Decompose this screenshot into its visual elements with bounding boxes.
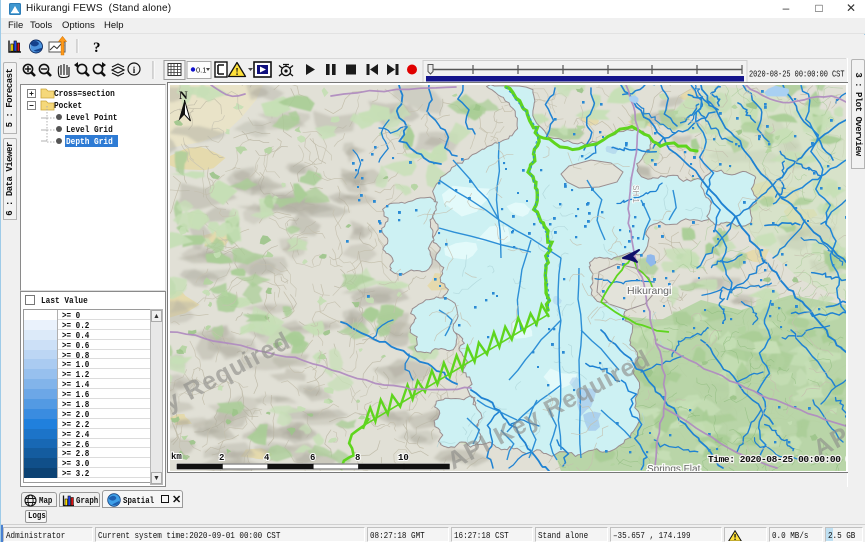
svg-text:6: 6 [310, 453, 315, 463]
svg-text:8: 8 [355, 453, 360, 463]
svg-text:!: ! [235, 67, 238, 78]
svg-text:Springs Flat: Springs Flat [647, 464, 701, 471]
svg-text:4: 4 [264, 453, 270, 463]
svg-text:Hikurangi: Hikurangi [627, 285, 671, 297]
svg-text:?: ? [93, 40, 101, 56]
svg-text:10: 10 [398, 453, 409, 463]
svg-text:2: 2 [219, 453, 224, 463]
svg-text:i: i [133, 65, 136, 75]
svg-text:Time: 2020-08-25 00:00:00 CST: Time: 2020-08-25 00:00:00 CST [708, 454, 846, 465]
svg-text:km: km [171, 452, 182, 462]
svg-text:N: N [179, 88, 188, 102]
svg-text:0.1: 0.1 [196, 66, 206, 75]
svg-text:SH 1: SH 1 [631, 185, 640, 203]
svg-text:2020-08-25 00:00:00 CST: 2020-08-25 00:00:00 CST [749, 70, 845, 80]
